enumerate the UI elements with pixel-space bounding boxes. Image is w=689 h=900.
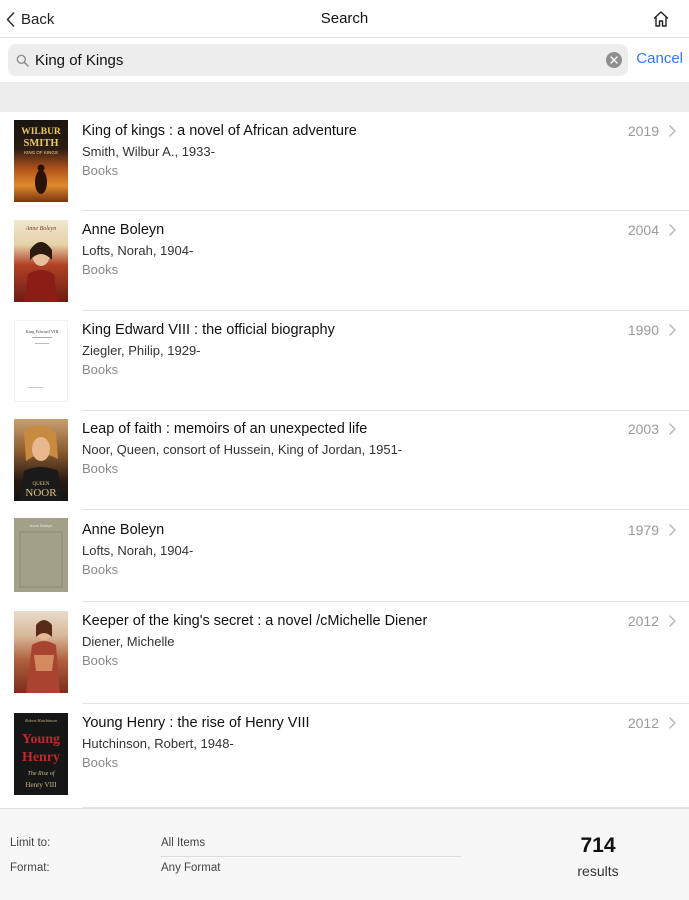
cancel-button[interactable]: Cancel — [636, 50, 683, 67]
svg-text:WILBUR: WILBUR — [21, 127, 61, 137]
chevron-right-icon — [669, 125, 676, 137]
chevron-right-icon — [669, 717, 676, 729]
result-format: Books — [82, 755, 119, 770]
format-select[interactable]: Any Format — [161, 862, 220, 874]
result-author: Noor, Queen, consort of Hussein, King of… — [82, 442, 403, 457]
clear-circle-icon — [610, 56, 618, 64]
svg-text:Henry VIII: Henry VIII — [25, 781, 57, 789]
svg-text:SMITH: SMITH — [23, 138, 58, 149]
clear-search-button[interactable] — [606, 52, 622, 68]
result-title: Keeper of the king's secret : a novel /c… — [82, 613, 428, 629]
book-cover-image: Anne Boleyn — [14, 518, 68, 592]
book-cover-art: King Edward VIII — [26, 329, 59, 388]
result-title: Anne Boleyn — [82, 222, 165, 238]
format-label: Format: — [10, 862, 50, 874]
result-row[interactable]: Anne Boleyn Anne Boleyn Lofts, Norah, 19… — [0, 211, 689, 311]
result-author: Ziegler, Philip, 1929- — [82, 343, 201, 358]
search-bar: Cancel — [0, 38, 689, 82]
result-author: Smith, Wilbur A., 1933- — [82, 144, 215, 159]
result-format: Books — [82, 653, 119, 668]
book-cover-image: King Edward VIII — [14, 320, 68, 402]
result-title: Young Henry : the rise of Henry VIII — [82, 715, 310, 731]
limit-select[interactable]: All Items — [161, 837, 205, 849]
nav-bar: Back Search — [0, 0, 689, 38]
limit-label: Limit to: — [10, 837, 51, 849]
results-list[interactable]: WILBUR SMITH KING OF KINGS King of kings… — [0, 112, 689, 808]
search-field[interactable] — [8, 44, 628, 76]
result-row[interactable]: Robert Hutchinson Young Henry The Rise o… — [0, 704, 689, 808]
result-author: Hutchinson, Robert, 1948- — [82, 736, 234, 751]
search-icon — [16, 54, 29, 67]
book-cover-art: WILBUR SMITH KING OF KINGS — [21, 127, 61, 194]
book-cover-art: Anne Boleyn — [24, 226, 58, 302]
result-year: 1990 — [627, 322, 659, 338]
book-cover-image: Robert Hutchinson Young Henry The Rise o… — [14, 713, 68, 795]
chevron-right-icon — [669, 324, 676, 336]
result-format: Books — [82, 262, 119, 277]
book-cover-art — [26, 620, 60, 693]
result-author: Diener, Michelle — [82, 634, 175, 649]
book-cover-art: Robert Hutchinson Young Henry The Rise o… — [22, 718, 60, 789]
book-cover-image: Anne Boleyn — [14, 220, 68, 302]
result-row[interactable]: WILBUR SMITH KING OF KINGS King of kings… — [0, 112, 689, 211]
chevron-right-icon — [669, 224, 676, 236]
result-count-label: results — [577, 863, 619, 879]
result-title: Anne Boleyn — [82, 522, 165, 538]
search-input[interactable] — [35, 51, 575, 69]
home-button[interactable] — [651, 9, 671, 29]
svg-text:KING OF KINGS: KING OF KINGS — [24, 150, 58, 155]
result-row[interactable]: QUEEN NOOR Leap of faith : memoirs of an… — [0, 411, 689, 510]
svg-text:The Rise of: The Rise of — [28, 770, 56, 777]
filter-divider — [161, 856, 461, 857]
chevron-right-icon — [669, 615, 676, 627]
result-format: Books — [82, 362, 119, 377]
results-header-band — [0, 82, 689, 112]
result-row[interactable]: King Edward VIII King Edward VIII : the … — [0, 311, 689, 411]
result-title: King of kings : a novel of African adven… — [82, 123, 357, 139]
result-title: Leap of faith : memoirs of an unexpected… — [82, 421, 368, 437]
svg-text:Henry: Henry — [22, 750, 60, 765]
result-title: King Edward VIII : the official biograph… — [82, 322, 335, 338]
book-cover-image: QUEEN NOOR — [14, 419, 68, 501]
svg-text:Robert Hutchinson: Robert Hutchinson — [24, 718, 57, 723]
result-year: 2012 — [627, 715, 659, 731]
result-format: Books — [82, 562, 119, 577]
chevron-right-icon — [669, 423, 676, 435]
chevron-right-icon — [669, 524, 676, 536]
book-cover-art: QUEEN NOOR — [20, 425, 62, 501]
home-icon — [653, 11, 669, 27]
book-cover-art: Anne Boleyn — [19, 523, 63, 588]
result-row[interactable]: Anne Boleyn Anne Boleyn Lofts, Norah, 19… — [0, 510, 689, 602]
result-format: Books — [82, 461, 119, 476]
filter-footer: Limit to: All Items Format: Any Format 7… — [0, 808, 689, 900]
result-year: 2004 — [627, 222, 659, 238]
result-year: 2019 — [627, 123, 659, 139]
svg-text:Anne Boleyn: Anne Boleyn — [25, 226, 57, 232]
page-title: Search — [320, 10, 369, 27]
result-year: 2003 — [627, 421, 659, 437]
result-year: 1979 — [627, 522, 659, 538]
result-format: Books — [82, 163, 119, 178]
result-row[interactable]: Keeper of the king's secret : a novel /c… — [0, 602, 689, 704]
svg-text:Young: Young — [22, 732, 60, 747]
result-author: Lofts, Norah, 1904- — [82, 243, 194, 258]
svg-text:NOOR: NOOR — [25, 487, 57, 499]
result-year: 2012 — [627, 613, 659, 629]
svg-text:Anne Boleyn: Anne Boleyn — [30, 523, 53, 528]
book-cover-image: WILBUR SMITH KING OF KINGS — [14, 120, 68, 202]
result-author: Lofts, Norah, 1904- — [82, 543, 194, 558]
svg-text:King Edward VIII: King Edward VIII — [26, 329, 59, 334]
result-count: 714 — [580, 834, 616, 857]
book-cover-image — [14, 611, 68, 693]
